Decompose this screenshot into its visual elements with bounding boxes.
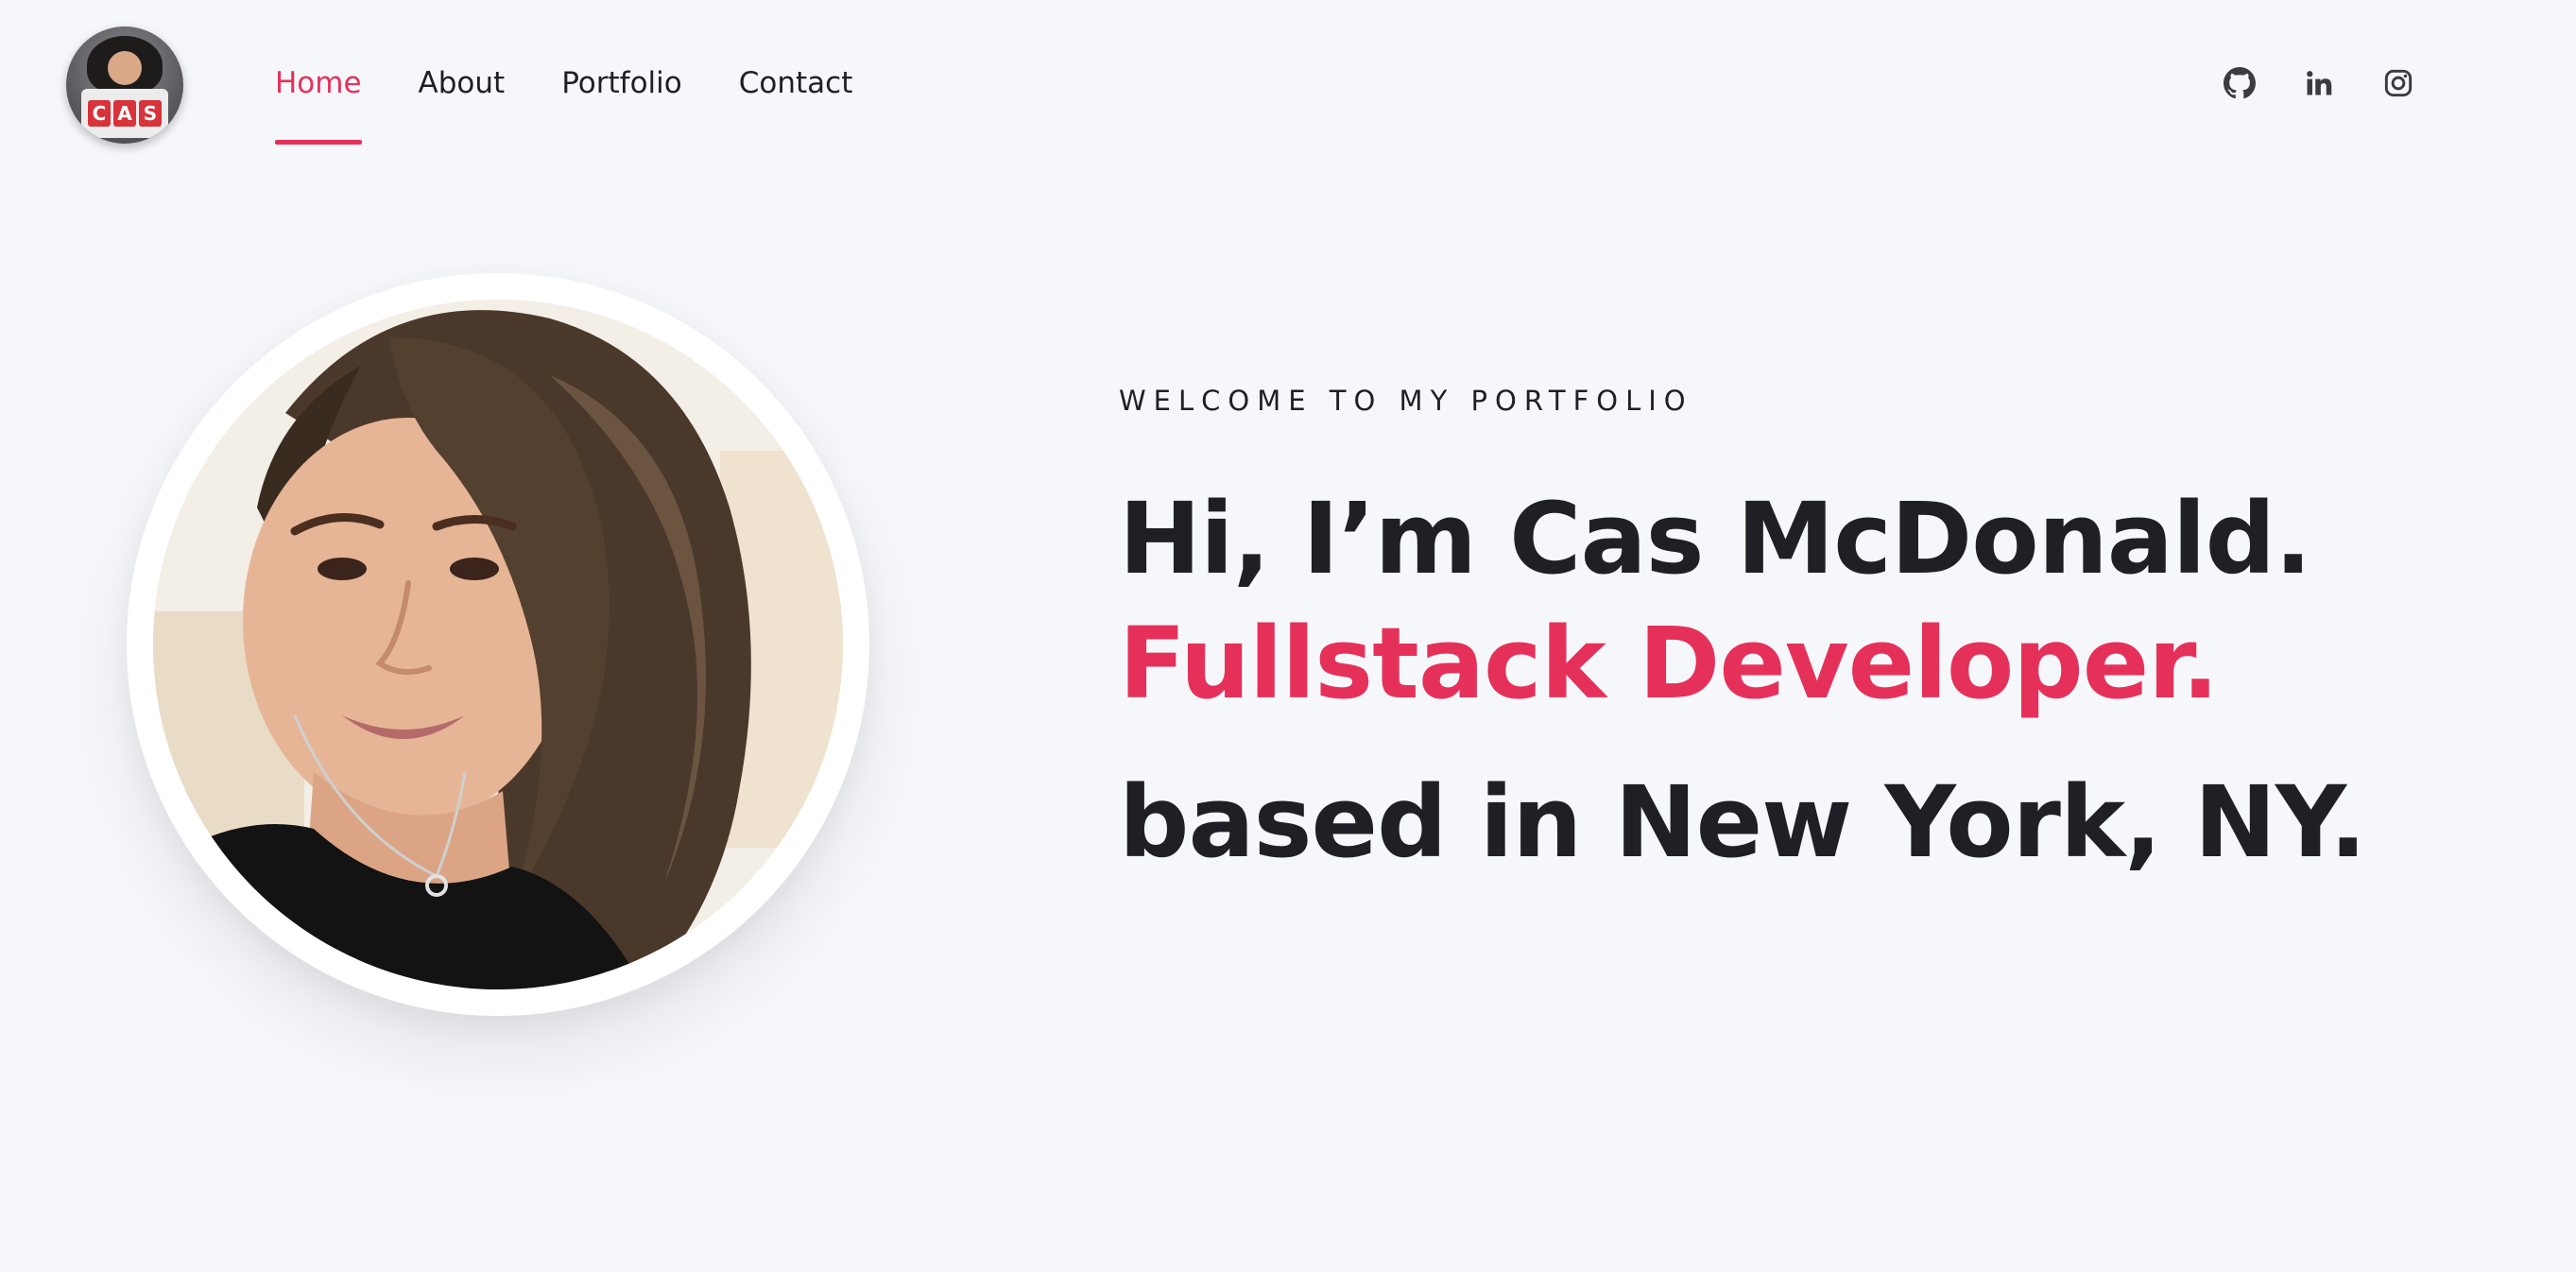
logo-letter: S	[139, 100, 162, 127]
main-nav: Home About Portfolio Contact	[275, 60, 853, 145]
instagram-icon	[2384, 69, 2413, 97]
site-header: C A S Home About Portfolio Contact	[0, 0, 2576, 161]
nav-item-portfolio[interactable]: Portfolio	[561, 60, 682, 106]
instagram-link[interactable]	[2381, 66, 2415, 100]
hero-location: based in New York, NY.	[1119, 765, 2367, 880]
profile-photo-illustration	[153, 300, 843, 989]
nav-item-contact[interactable]: Contact	[739, 60, 853, 106]
social-links	[2223, 66, 2415, 100]
logo-letter: C	[88, 100, 111, 127]
logo-letter: A	[113, 100, 136, 127]
hero-role: Fullstack Developer.	[1119, 606, 2219, 721]
hero-eyebrow: WELCOME TO MY PORTFOLIO	[1119, 385, 1693, 417]
linkedin-icon	[2307, 71, 2332, 95]
github-icon	[2224, 67, 2256, 99]
linkedin-link[interactable]	[2302, 66, 2336, 100]
portrait-frame	[127, 273, 869, 1016]
hero-intro: WELCOME TO MY PORTFOLIO Hi, I’m Cas McDo…	[1119, 378, 2489, 883]
logo-laptop: C A S	[81, 89, 168, 138]
profile-photo	[153, 300, 843, 989]
nav-item-about[interactable]: About	[419, 60, 506, 106]
logo-face	[108, 51, 142, 85]
github-link[interactable]	[2223, 66, 2257, 100]
hero-headline: Hi, I’m Cas McDonald.	[1119, 481, 2312, 596]
logo-avatar[interactable]: C A S	[66, 26, 183, 144]
page: C A S Home About Portfolio Contact WELCO…	[0, 0, 2576, 1272]
nav-item-home[interactable]: Home	[275, 60, 362, 145]
